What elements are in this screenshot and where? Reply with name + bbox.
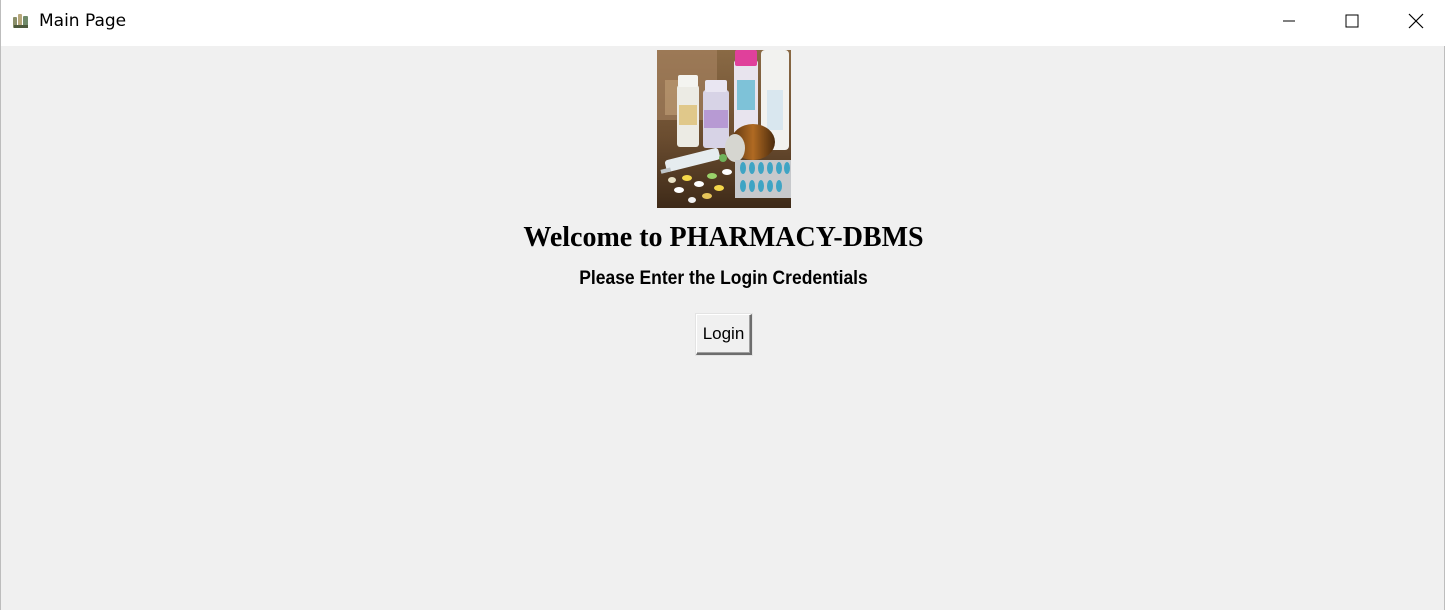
minimize-icon <box>1282 14 1296 33</box>
main-window: Main Page Welcome to PHARMACY-DBMS Pleas… <box>0 0 1445 610</box>
welcome-heading: Welcome to PHARMACY-DBMS <box>523 222 924 253</box>
maximize-button[interactable] <box>1322 0 1382 46</box>
title-bar[interactable]: Main Page <box>1 0 1445 46</box>
login-instruction: Please Enter the Login Credentials <box>579 268 868 289</box>
pills-app-icon <box>12 12 30 30</box>
close-icon <box>1408 13 1424 34</box>
medicine-bottles-and-pills-photo <box>657 50 791 208</box>
window-title: Main Page <box>39 11 127 31</box>
maximize-icon <box>1345 14 1359 33</box>
login-button[interactable]: Login <box>696 314 752 355</box>
minimize-button[interactable] <box>1259 0 1319 46</box>
close-button[interactable] <box>1386 0 1445 46</box>
